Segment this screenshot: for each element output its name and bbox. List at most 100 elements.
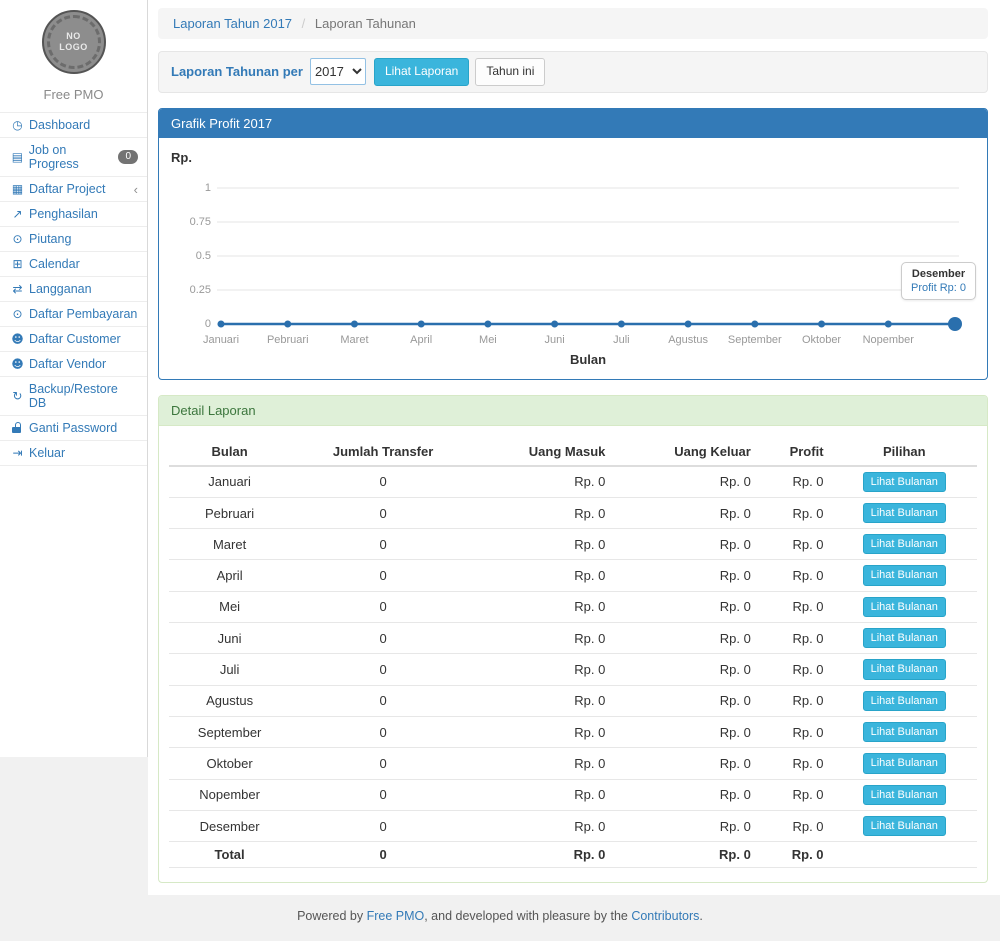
cell-masuk: Rp. 0 <box>476 560 613 591</box>
sidebar-item-ganti-password[interactable]: Ganti Password <box>0 415 147 440</box>
view-monthly-button-pebruari[interactable]: Lihat Bulanan <box>863 503 946 523</box>
view-monthly-button-oktober[interactable]: Lihat Bulanan <box>863 753 946 773</box>
users-icon: ☻ <box>9 357 26 371</box>
table-row-maret: Maret0Rp. 0Rp. 0Rp. 0Lihat Bulanan <box>169 529 977 560</box>
detail-panel-body: BulanJumlah TransferUang MasukUang Kelua… <box>159 426 987 883</box>
table-row-agustus: Agustus0Rp. 0Rp. 0Rp. 0Lihat Bulanan <box>169 685 977 716</box>
cell-pilihan: Lihat Bulanan <box>832 654 977 685</box>
page-footer: Powered by Free PMO, and developed with … <box>0 895 1000 941</box>
view-monthly-button-april[interactable]: Lihat Bulanan <box>863 565 946 585</box>
calendar-icon: ⊞ <box>9 257 26 271</box>
sidebar-item-daftar-vendor[interactable]: ☻Daftar Vendor <box>0 351 147 376</box>
view-monthly-button-juni[interactable]: Lihat Bulanan <box>863 628 946 648</box>
cell-jumlah: 0 <box>290 497 476 528</box>
cell-pilihan: Lihat Bulanan <box>832 529 977 560</box>
cell-masuk: Rp. 0 <box>476 623 613 654</box>
sidebar-item-penghasilan[interactable]: ↗Penghasilan <box>0 201 147 226</box>
view-monthly-button-agustus[interactable]: Lihat Bulanan <box>863 691 946 711</box>
line-chart-icon: ↗ <box>9 207 26 221</box>
sidebar-item-backup-restore-db[interactable]: ↻Backup/Restore DB <box>0 376 147 415</box>
cell-jumlah: 0 <box>290 654 476 685</box>
sidebar-item-calendar[interactable]: ⊞Calendar <box>0 251 147 276</box>
cell-bulan: Pebruari <box>169 497 290 528</box>
table-row-oktober: Oktober0Rp. 0Rp. 0Rp. 0Lihat Bulanan <box>169 748 977 779</box>
cell-pilihan: Lihat Bulanan <box>832 779 977 810</box>
year-select[interactable]: 2017 <box>310 58 366 85</box>
sidebar-item-label: Job on Progress <box>29 143 119 171</box>
cell-pilihan: Lihat Bulanan <box>832 560 977 591</box>
chevron-left-icon: ‹ <box>134 183 138 196</box>
chart-body: Rp.10.750.50.250JanuariPebruariMaretApri… <box>159 138 987 379</box>
col-bulan: Bulan <box>169 438 290 466</box>
report-filter-bar: Laporan Tahunan per 2017 Lihat Laporan T… <box>158 51 988 93</box>
sidebar-item-job-on-progress[interactable]: ▤Job on Progress0 <box>0 137 147 176</box>
view-monthly-button-september[interactable]: Lihat Bulanan <box>863 722 946 742</box>
cell-masuk: Rp. 0 <box>476 654 613 685</box>
sidebar-item-label: Daftar Customer <box>29 332 121 346</box>
total-row: Total0Rp. 0Rp. 0Rp. 0 <box>169 842 977 868</box>
view-monthly-button-juli[interactable]: Lihat Bulanan <box>863 659 946 679</box>
view-report-button[interactable]: Lihat Laporan <box>374 58 469 86</box>
cell-masuk: Rp. 0 <box>476 466 613 498</box>
footer-text-middle: , and developed with pleasure by the <box>424 909 631 923</box>
view-monthly-button-mei[interactable]: Lihat Bulanan <box>863 597 946 617</box>
table-row-juni: Juni0Rp. 0Rp. 0Rp. 0Lihat Bulanan <box>169 623 977 654</box>
cell-keluar: Rp. 0 <box>613 716 758 747</box>
cell-keluar: Rp. 0 <box>613 560 758 591</box>
lock-icon <box>9 421 26 435</box>
this-year-button[interactable]: Tahun ini <box>475 58 545 86</box>
sidebar-item-daftar-customer[interactable]: ☻Daftar Customer <box>0 326 147 351</box>
cell-pilihan: Lihat Bulanan <box>832 748 977 779</box>
svg-text:September: September <box>728 334 782 346</box>
cell-pilihan: Lihat Bulanan <box>832 685 977 716</box>
cell-masuk: Rp. 0 <box>476 529 613 560</box>
sidebar-item-label: Penghasilan <box>29 207 98 221</box>
cell-bulan: April <box>169 560 290 591</box>
svg-text:Nopember: Nopember <box>863 334 915 346</box>
sidebar-item-dashboard[interactable]: ◷Dashboard <box>0 112 147 137</box>
cell-profit: Rp. 0 <box>759 654 832 685</box>
sidebar-item-keluar[interactable]: ⇥Keluar <box>0 440 147 466</box>
footer-text-suffix: . <box>699 909 702 923</box>
chart-tooltip: Desember Profit Rp: 0 <box>901 262 976 300</box>
sidebar-item-daftar-pembayaran[interactable]: ⊙Daftar Pembayaran <box>0 301 147 326</box>
money-icon: ⊙ <box>9 307 26 321</box>
table-row-pebruari: Pebruari0Rp. 0Rp. 0Rp. 0Lihat Bulanan <box>169 497 977 528</box>
sidebar: NO LOGO Free PMO ◷Dashboard▤Job on Progr… <box>0 0 148 757</box>
cell-profit: Rp. 0 <box>759 466 832 498</box>
cell-bulan: Nopember <box>169 779 290 810</box>
contributors-link[interactable]: Contributors <box>631 909 699 923</box>
sidebar-item-label: Daftar Project <box>29 182 105 196</box>
svg-text:Juli: Juli <box>613 334 630 346</box>
svg-text:Bulan: Bulan <box>570 352 606 367</box>
logo-line2: LOGO <box>59 42 88 52</box>
sidebar-item-langganan[interactable]: ⇄Langganan <box>0 276 147 301</box>
svg-text:0.75: 0.75 <box>190 216 211 228</box>
cell-keluar: Rp. 0 <box>613 685 758 716</box>
sidebar-item-piutang[interactable]: ⊙Piutang <box>0 226 147 251</box>
cell-jumlah: 0 <box>290 716 476 747</box>
cell-bulan: Total <box>169 842 290 868</box>
cell-profit: Rp. 0 <box>759 591 832 622</box>
cell-pilihan: Lihat Bulanan <box>832 466 977 498</box>
view-monthly-button-nopember[interactable]: Lihat Bulanan <box>863 785 946 805</box>
cell-keluar: Rp. 0 <box>613 810 758 841</box>
cell-masuk: Rp. 0 <box>476 748 613 779</box>
cell-keluar: Rp. 0 <box>613 529 758 560</box>
breadcrumb-link[interactable]: Laporan Tahun 2017 <box>173 16 292 31</box>
view-monthly-button-maret[interactable]: Lihat Bulanan <box>863 534 946 554</box>
view-monthly-button-januari[interactable]: Lihat Bulanan <box>863 472 946 492</box>
svg-text:April: April <box>410 334 432 346</box>
cell-keluar: Rp. 0 <box>613 591 758 622</box>
free-pmo-link[interactable]: Free PMO <box>367 909 425 923</box>
cell-bulan: Januari <box>169 466 290 498</box>
cell-jumlah: 0 <box>290 529 476 560</box>
cell-pilihan: Lihat Bulanan <box>832 716 977 747</box>
sidebar-item-daftar-project[interactable]: ▦Daftar Project‹ <box>0 176 147 201</box>
svg-text:Rp.: Rp. <box>171 150 192 165</box>
tasks-icon: ▤ <box>9 150 26 164</box>
svg-text:Pebruari: Pebruari <box>267 334 309 346</box>
cell-jumlah: 0 <box>290 810 476 841</box>
svg-text:1: 1 <box>205 182 211 194</box>
cell-profit: Rp. 0 <box>759 842 832 868</box>
